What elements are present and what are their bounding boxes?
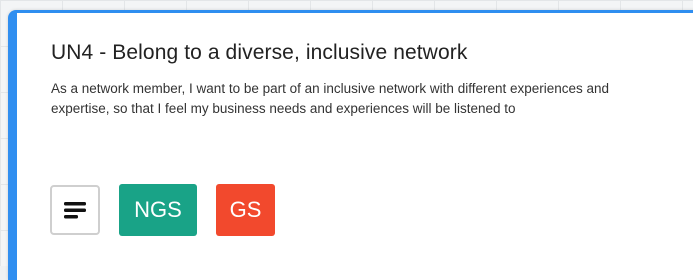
tag-ngs-label: NGS	[134, 197, 182, 222]
tag-gs-label: GS	[229, 197, 262, 222]
card-title: UN4 - Belong to a diverse, inclusive net…	[51, 41, 468, 64]
menu-lines-icon	[64, 202, 86, 219]
card-actions: NGS GS	[50, 183, 275, 237]
card-description: As a network member, I want to be part o…	[51, 81, 610, 116]
tag-gs[interactable]: GS	[216, 184, 275, 236]
tag-ngs[interactable]: NGS	[119, 184, 197, 236]
story-card[interactable]: UN4 - Belong to a diverse, inclusive net…	[8, 10, 693, 280]
menu-button[interactable]	[50, 185, 100, 235]
